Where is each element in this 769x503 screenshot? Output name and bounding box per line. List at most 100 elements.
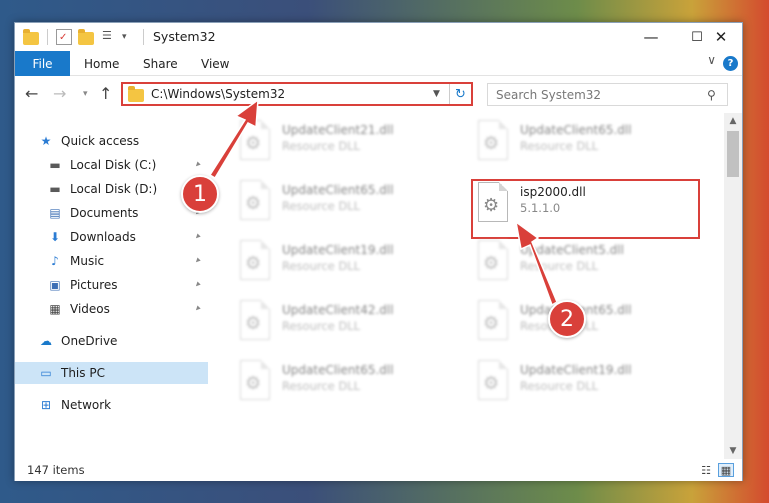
file-description: Resource DLL	[520, 379, 599, 393]
sidebar-item-label: Downloads	[70, 230, 136, 244]
sidebar-item[interactable]: ▬ Local Disk (C:) ▾	[15, 154, 208, 176]
file-item[interactable]: ⚙ UpdateClient19.dll Resource DLL	[474, 359, 700, 411]
sidebar-item-label: OneDrive	[61, 334, 118, 348]
documents-icon: ▤	[49, 206, 61, 220]
file-description: Resource DLL	[282, 199, 361, 213]
minimize-button[interactable]: —	[628, 23, 674, 51]
navigation-bar: ← → ▾ ↑ C:\Windows\System32 ▼ ↻ Search S…	[15, 76, 742, 112]
pin-icon[interactable]: ▾	[192, 232, 202, 242]
scroll-up-arrow-icon[interactable]: ▲	[724, 113, 742, 129]
help-button[interactable]: ?	[723, 56, 738, 71]
pin-icon[interactable]: ▾	[192, 280, 202, 290]
folder-icon	[128, 85, 144, 102]
sidebar-item-label: Network	[61, 398, 112, 412]
ribbon: File Home Share View ∨ ?	[15, 51, 742, 76]
file-item[interactable]: ⚙UpdateClient65.dllResource DLL	[236, 359, 462, 411]
file-item[interactable]: ⚙ UpdateClient5.dll Resource DLL	[474, 239, 700, 291]
search-input[interactable]: Search System32 ⚲	[487, 83, 728, 106]
scrollbar-thumb[interactable]	[727, 131, 739, 177]
folder-icon	[23, 28, 39, 45]
back-button[interactable]: ←	[25, 84, 38, 103]
address-bar[interactable]: C:\Windows\System32 ▼ ↻	[121, 82, 473, 106]
sidebar-item[interactable]: ♪ Music ▾	[15, 250, 208, 272]
file-description: Resource DLL	[282, 319, 361, 333]
sidebar-item[interactable]: ▤ Documents ▾	[15, 202, 208, 224]
tab-home[interactable]: Home	[84, 51, 119, 76]
refresh-button[interactable]: ↻	[449, 84, 471, 104]
sidebar-item[interactable]: ☁ OneDrive	[15, 330, 208, 352]
file-list: ⚙ UpdateClient21.dll Resource DLL ⚙ UpdateCl…	[208, 113, 724, 459]
file-description: Resource DLL	[520, 259, 599, 273]
file-name: UpdateClient5.dll	[520, 243, 624, 257]
address-path[interactable]: C:\Windows\System32	[151, 87, 433, 101]
tab-view[interactable]: View	[201, 51, 229, 76]
scroll-down-arrow-icon[interactable]: ▼	[724, 443, 742, 459]
selected-file-item[interactable]: ⚙ isp2000.dll 5.1.1.0	[474, 181, 700, 233]
details-view-icon[interactable]: ☷	[698, 463, 714, 477]
dll-file-icon: ⚙	[236, 179, 274, 225]
drive-icon: ▬	[49, 182, 61, 196]
sidebar-item[interactable]: ▣ Pictures ▾	[15, 274, 208, 296]
vertical-scrollbar[interactable]: ▲ ▼	[724, 113, 742, 459]
file-description: Resource DLL	[520, 139, 599, 153]
file-name: UpdateClient65.dll	[520, 123, 632, 137]
network-icon: ⊞	[40, 398, 52, 412]
sidebar-item-label: Quick access	[61, 134, 140, 148]
sidebar-item[interactable]: ▭ This PC	[15, 362, 208, 384]
dll-file-icon: ⚙	[236, 299, 274, 345]
sidebar-item-label: Pictures	[70, 278, 118, 292]
tab-share[interactable]: Share	[143, 51, 178, 76]
callout-2: 2	[548, 300, 586, 338]
pin-icon[interactable]: ▾	[192, 160, 202, 170]
toolbar-divider	[47, 29, 48, 45]
properties-icon[interactable]: ✓	[56, 29, 72, 45]
dll-file-icon: ⚙	[474, 119, 512, 165]
sidebar-item-label: Documents	[70, 206, 139, 220]
file-name: isp2000.dll	[520, 185, 586, 199]
dll-file-icon: ⚙	[474, 359, 512, 405]
sidebar-item[interactable]: ⊞ Network	[15, 394, 208, 416]
sidebar-item-label: Local Disk (D:)	[70, 182, 158, 196]
sidebar-item[interactable]: ⬇ Downloads ▾	[15, 226, 208, 248]
onedrive-icon: ☁	[40, 334, 52, 348]
customize-toolbar-chevron-icon[interactable]: ▾	[122, 32, 127, 42]
expand-ribbon-chevron-icon[interactable]: ∨	[707, 53, 716, 67]
file-item[interactable]: ⚙UpdateClient65.dllResource DLL	[474, 299, 700, 351]
title-bar: ✓ ☰ ▾ System32 — ☐ ✕	[15, 23, 742, 51]
navigation-pane: ★ Quick access ▬ Local Disk (C:) ▾ ▬ Local Dis…	[15, 113, 208, 459]
address-dropdown-chevron-icon[interactable]: ▼	[433, 89, 449, 99]
sidebar-item[interactable]: ▬Local Disk (D:)▾	[15, 178, 208, 200]
pin-icon[interactable]: ▾	[192, 304, 202, 314]
file-item[interactable]: ⚙UpdateClient65.dllResource DLL	[236, 179, 462, 231]
downloads-icon: ⬇	[49, 230, 61, 244]
file-name: UpdateClient21.dll	[282, 123, 394, 137]
search-placeholder: Search System32	[496, 87, 602, 102]
file-name: UpdateClient65.dll	[282, 363, 394, 377]
callout-1: 1	[181, 175, 219, 213]
sidebar-item[interactable]: ★ Quick access	[15, 130, 208, 152]
close-button[interactable]: ✕	[698, 23, 744, 51]
pin-icon[interactable]: ▾	[192, 256, 202, 266]
forward-button[interactable]: →	[53, 84, 66, 103]
window-title: System32	[153, 29, 216, 44]
file-item[interactable]: ⚙ UpdateClient42.dll Resource DLL	[236, 299, 462, 351]
sidebar-item[interactable]: ▦ Videos ▾	[15, 298, 208, 320]
dll-file-icon: ⚙	[474, 299, 512, 345]
tiles-view-icon[interactable]: ▦	[718, 463, 734, 477]
dll-file-icon: ⚙	[236, 239, 274, 285]
file-item[interactable]: ⚙ UpdateClient19.dll Resource DLL	[236, 239, 462, 291]
star-icon: ★	[40, 134, 52, 148]
pc-icon: ▭	[40, 366, 52, 380]
file-description: Resource DLL	[282, 139, 361, 153]
drive-icon: ▬	[49, 158, 61, 172]
file-item[interactable]: ⚙ UpdateClient21.dll Resource DLL	[236, 119, 462, 171]
tab-file[interactable]: File	[15, 51, 70, 76]
file-name: UpdateClient19.dll	[520, 363, 632, 377]
file-item[interactable]: ⚙ UpdateClient65.dll Resource DLL	[474, 119, 700, 171]
up-button[interactable]: ↑	[99, 84, 112, 103]
videos-icon: ▦	[49, 302, 61, 316]
recent-locations-chevron-icon[interactable]: ▾	[83, 89, 88, 99]
new-folder-icon[interactable]	[78, 28, 94, 45]
view-options-icon[interactable]: ☰	[102, 29, 118, 45]
pictures-icon: ▣	[49, 278, 61, 292]
